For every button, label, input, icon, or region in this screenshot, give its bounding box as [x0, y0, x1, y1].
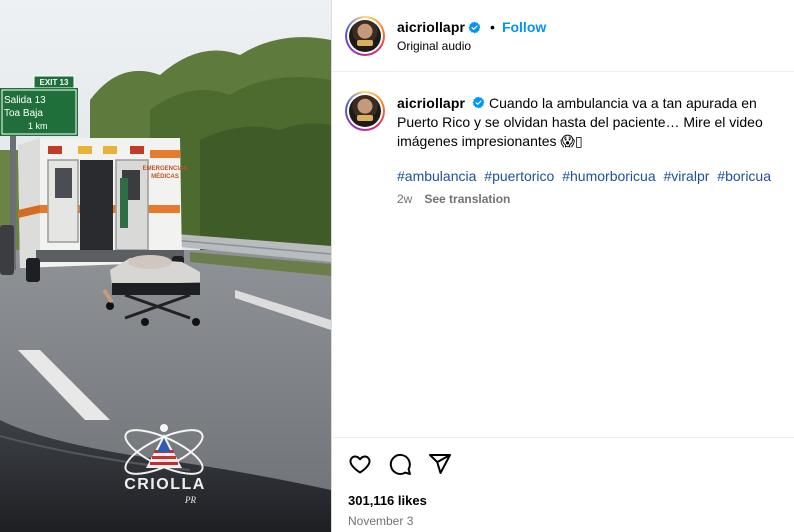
- see-translation-button[interactable]: See translation: [424, 192, 510, 206]
- sign-exit-tab: EXIT 13: [40, 78, 69, 87]
- caption-username[interactable]: aicriollapr: [397, 95, 465, 111]
- post-age[interactable]: 2w: [397, 192, 412, 206]
- heart-icon[interactable]: [348, 452, 372, 476]
- ambulance-text-1: EMERGENCIAS: [143, 166, 188, 172]
- video-frame: EXIT 13 Salida 13 Toa Baja 1 km EMERGENC…: [0, 0, 331, 532]
- hashtag-link[interactable]: #ambulancia: [397, 168, 476, 184]
- watermark-sub: PR: [184, 495, 196, 505]
- post-sidebar: aicriollapr • Follow Original audio aicr…: [332, 0, 794, 532]
- verified-badge-icon: [472, 96, 485, 109]
- sign-line-2: Toa Baja: [4, 108, 43, 119]
- comment-icon[interactable]: [388, 452, 412, 476]
- sign-line-3: 1 km: [28, 121, 48, 131]
- hashtag-link[interactable]: #puertorico: [484, 168, 554, 184]
- actions-divider: [332, 437, 794, 438]
- sign-line-1: Salida 13: [4, 95, 46, 106]
- watermark-brand: CRIOLLA: [124, 476, 206, 493]
- caption-avatar-image: [349, 95, 381, 127]
- caption-avatar[interactable]: [345, 91, 385, 131]
- post-video[interactable]: EXIT 13 Salida 13 Toa Baja 1 km EMERGENC…: [0, 0, 331, 532]
- caption: aicriollapr Cuando la ambulancia va a ta…: [397, 94, 785, 151]
- header-user-row: aicriollapr • Follow: [397, 19, 546, 35]
- hashtag-link[interactable]: #viralpr: [664, 168, 710, 184]
- follow-button[interactable]: Follow: [502, 19, 546, 35]
- avatar[interactable]: [345, 16, 385, 56]
- verified-badge-icon: [468, 21, 481, 33]
- avatar-image: [349, 20, 381, 52]
- hashtag-list: #ambulancia #puertorico #humorboricua #v…: [397, 167, 785, 186]
- like-count[interactable]: 301,116 likes: [348, 493, 427, 508]
- hashtag-link[interactable]: #boricua: [717, 168, 771, 184]
- header-username[interactable]: aicriollapr: [397, 19, 465, 35]
- post-date[interactable]: November 3: [348, 514, 413, 528]
- ambulance-text-2: MÉDICAS: [151, 172, 179, 180]
- audio-link[interactable]: Original audio: [397, 39, 471, 53]
- hashtag-link[interactable]: #humorboricua: [562, 168, 655, 184]
- post-header: aicriollapr • Follow Original audio: [332, 0, 794, 72]
- share-icon[interactable]: [428, 452, 452, 476]
- caption-meta: 2w See translation: [397, 192, 510, 206]
- header-dot-separator: •: [490, 19, 495, 35]
